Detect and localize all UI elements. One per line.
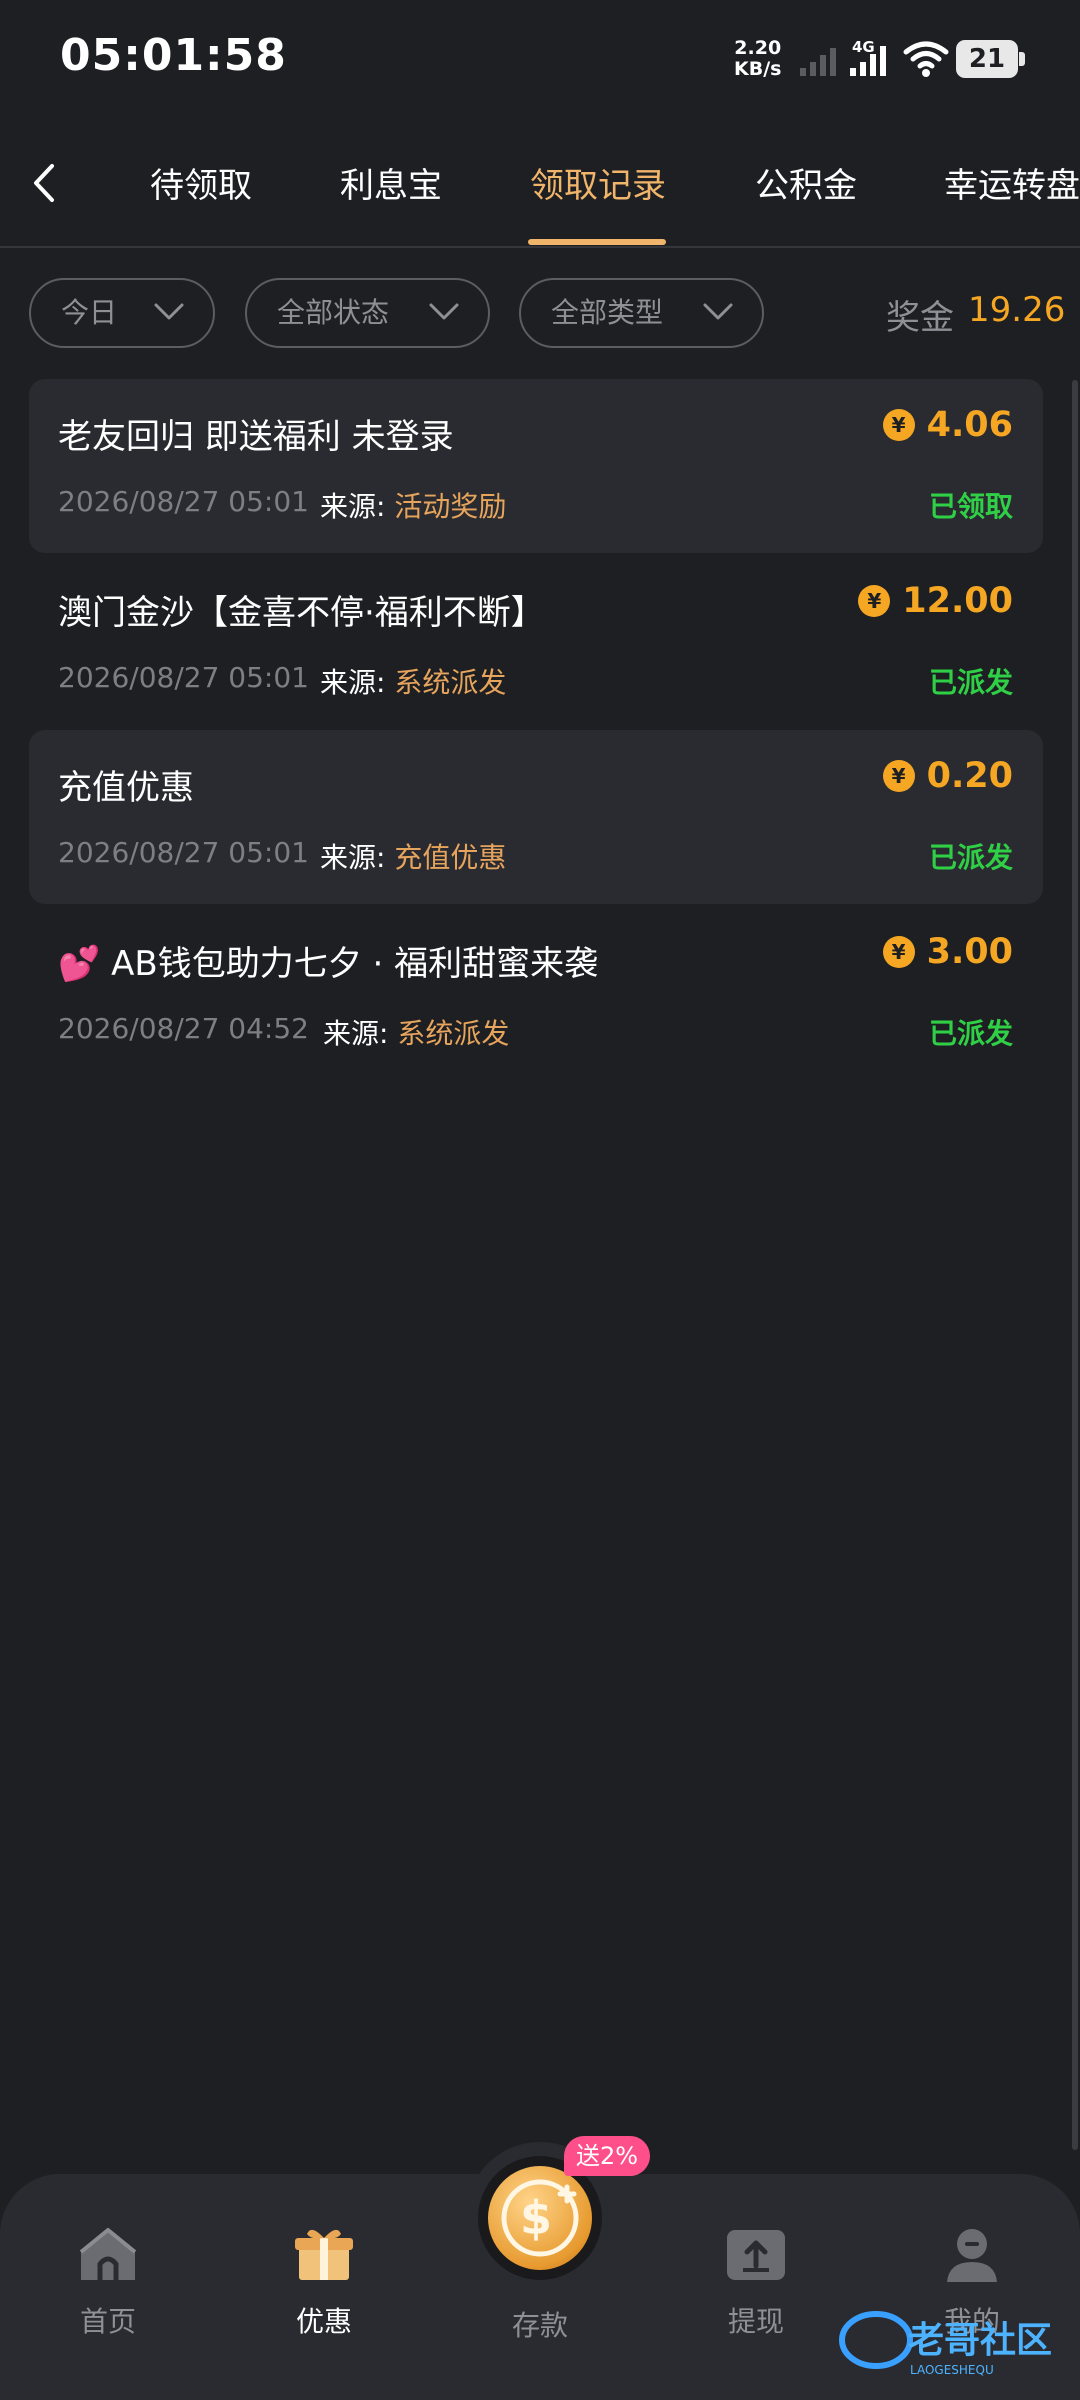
nav-home[interactable]: 首页: [38, 2224, 178, 2340]
record-item[interactable]: 澳门金沙【金喜不停·福利不断】 ¥12.00 2026/08/27 05:01 …: [29, 555, 1043, 729]
record-status: 已派发: [928, 841, 1013, 874]
back-arrow-icon[interactable]: [22, 158, 72, 208]
date-filter-label: 今日: [61, 296, 118, 329]
coin-icon: ¥: [882, 409, 915, 441]
network-speed: 2.20 KB/s: [734, 38, 781, 80]
scrollbar[interactable]: [1072, 380, 1078, 2150]
record-amount: ¥4.06: [882, 405, 1013, 445]
bonus-total: 19.26: [968, 290, 1066, 330]
record-amount-value: 4.06: [926, 405, 1013, 445]
network-speed-unit: KB/s: [734, 58, 782, 80]
record-title: 老友回归 即送福利 未登录: [58, 417, 454, 457]
record-amount-value: 3.00: [926, 932, 1013, 972]
chevron-down-icon: [703, 303, 733, 320]
chevron-down-icon: [429, 303, 459, 320]
clock: 05:01:58: [60, 30, 287, 81]
chevron-down-icon: [154, 303, 184, 320]
tab-lucky-wheel[interactable]: 幸运转盘: [944, 158, 1080, 207]
record-title-text: AB钱包助力七夕 · 福利甜蜜来袭: [111, 944, 599, 984]
record-source: 来源: 系统派发: [323, 1012, 509, 1052]
source-label: 来源:: [323, 1017, 389, 1050]
tab-pending[interactable]: 待领取: [150, 158, 252, 207]
source-value: 活动奖励: [394, 490, 507, 523]
record-title: 澳门金沙【金喜不停·福利不断】: [58, 593, 545, 633]
network-speed-value: 2.20: [734, 37, 782, 59]
tab-fund[interactable]: 公积金: [755, 158, 857, 207]
record-item[interactable]: 充值优惠 ¥0.20 2026/08/27 05:01 来源: 充值优惠 已派发: [29, 730, 1043, 904]
battery-indicator: 21: [956, 40, 1018, 78]
coin-icon: ¥: [882, 760, 915, 792]
tab-claim-records[interactable]: 领取记录: [530, 158, 666, 207]
battery-cap: [1019, 52, 1025, 66]
tab-interest[interactable]: 利息宝: [340, 158, 442, 207]
record-source: 来源: 系统派发: [320, 661, 506, 701]
deposit-coin-icon[interactable]: $: [488, 2166, 592, 2270]
type-filter-dropdown[interactable]: 全部类型: [519, 278, 764, 348]
record-date: 2026/08/27 05:01: [58, 661, 309, 694]
record-source: 来源: 充值优惠: [320, 836, 506, 876]
deposit-bonus-badge: 送2%: [564, 2136, 651, 2176]
source-label: 来源:: [320, 490, 386, 523]
record-source: 来源: 活动奖励: [320, 485, 506, 525]
record-amount: ¥3.00: [882, 932, 1013, 972]
record-date: 2026/08/27 05:01: [58, 485, 309, 518]
record-amount-value: 0.20: [926, 756, 1013, 796]
source-label: 来源:: [320, 666, 386, 699]
status-filter-label: 全部状态: [277, 296, 390, 329]
record-status: 已派发: [928, 666, 1013, 699]
wifi-icon: [903, 41, 949, 77]
record-date: 2026/08/27 04:52: [58, 1012, 309, 1045]
record-status: 已领取: [928, 490, 1013, 523]
nav-deposit-label[interactable]: 存款: [470, 2304, 610, 2344]
date-filter-dropdown[interactable]: 今日: [29, 278, 215, 348]
withdraw-icon: [727, 2230, 785, 2280]
tab-bar: 待领取 利息宝 领取记录 公积金 幸运转盘: [0, 118, 1080, 248]
status-filter-dropdown[interactable]: 全部状态: [245, 278, 490, 348]
nav-withdraw-label: 提现: [727, 2305, 784, 2338]
source-label: 来源:: [320, 841, 386, 874]
nav-withdraw[interactable]: 提现: [686, 2224, 826, 2340]
record-item[interactable]: 💕 AB钱包助力七夕 · 福利甜蜜来袭 ¥3.00 2026/08/27 04:…: [29, 906, 1043, 1080]
record-amount-value: 12.00: [902, 581, 1013, 621]
source-value: 充值优惠: [394, 841, 507, 874]
source-value: 系统派发: [397, 1017, 510, 1050]
type-filter-label: 全部类型: [551, 296, 664, 329]
source-value: 系统派发: [394, 666, 507, 699]
home-icon: [79, 2228, 137, 2280]
record-title: 💕 AB钱包助力七夕 · 福利甜蜜来袭: [58, 936, 598, 985]
record-item[interactable]: 老友回归 即送福利 未登录 ¥4.06 2026/08/27 05:01 来源:…: [29, 379, 1043, 553]
record-amount: ¥12.00: [858, 581, 1013, 621]
profile-icon: [947, 2229, 997, 2282]
nav-promo[interactable]: 优惠: [254, 2224, 394, 2340]
coin-icon: ¥: [882, 936, 915, 968]
watermark-logo: 老哥社区 LAOGESHEQU: [836, 2300, 1066, 2380]
nav-home-label: 首页: [79, 2305, 136, 2338]
heart-emoji-icon: 💕: [58, 944, 101, 984]
record-title: 充值优惠: [58, 768, 194, 808]
nav-promo-label: 优惠: [295, 2305, 352, 2338]
watermark-text: 老哥社区: [908, 2320, 1052, 2361]
gift-icon: [295, 2229, 353, 2280]
svg-text:$: $: [520, 2191, 552, 2245]
coin-icon: ¥: [858, 585, 891, 617]
bonus-label: 奖金: [886, 298, 954, 338]
watermark-subtext: LAOGESHEQU: [910, 2363, 994, 2377]
active-tab-indicator: [528, 239, 666, 245]
signal-weak-icon: [800, 48, 836, 76]
record-status: 已派发: [928, 1017, 1013, 1050]
status-bar: 05:01:58 2.20 KB/s 4G 21: [0, 0, 1080, 118]
record-date: 2026/08/27 05:01: [58, 836, 309, 869]
record-amount: ¥0.20: [882, 756, 1013, 796]
